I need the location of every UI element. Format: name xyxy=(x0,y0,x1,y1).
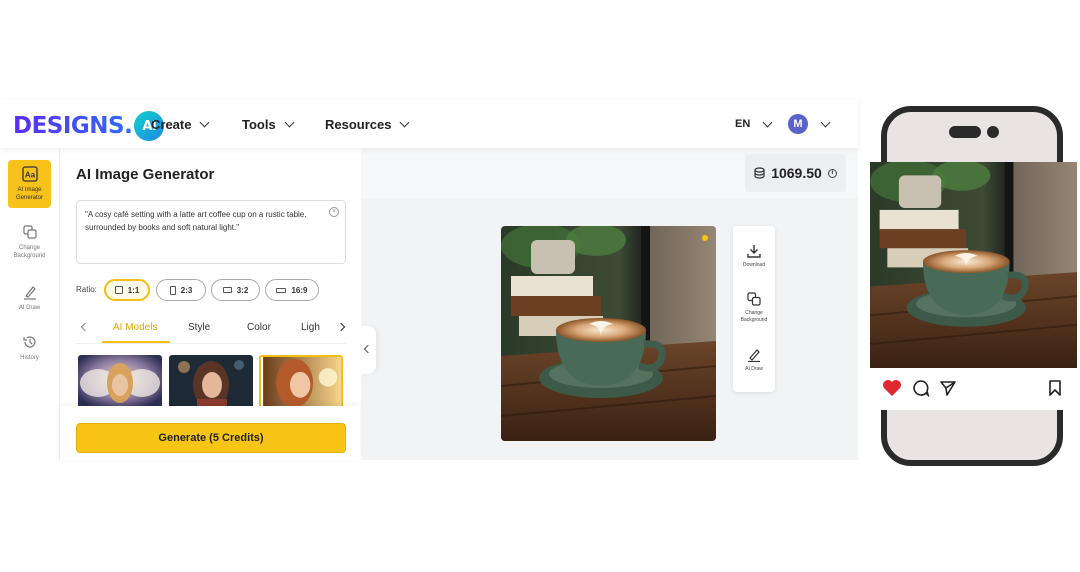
bookmark-icon[interactable] xyxy=(1048,379,1062,397)
woman-portrait-image xyxy=(169,355,253,409)
model-thumbnail-selected[interactable] xyxy=(259,355,343,409)
phone-camera xyxy=(987,126,999,138)
sidebar-item-label: Change Background xyxy=(13,245,46,259)
language-label: EN xyxy=(735,118,751,130)
svg-text:Aa: Aa xyxy=(24,171,35,180)
credits-value: 1069.50 xyxy=(771,165,822,181)
widescreen-icon xyxy=(276,287,287,293)
option-tabs: AI Models Style Color Ligh xyxy=(76,316,346,344)
tool-label: AI Draw xyxy=(745,366,763,372)
chevron-down-icon xyxy=(284,117,295,127)
nav-tools[interactable]: Tools xyxy=(242,100,295,148)
panel-title: AI Image Generator xyxy=(76,166,215,183)
avatar: M xyxy=(788,114,808,134)
info-icon[interactable]: i xyxy=(827,168,837,178)
portrait-icon xyxy=(169,285,176,295)
sidebar-item-label: AI Draw xyxy=(18,305,41,311)
generate-bar: Generate (5 Credits) xyxy=(60,406,360,460)
nav-resources-label: Resources xyxy=(325,116,392,132)
woman-sunlight-portrait-image xyxy=(263,357,341,407)
social-post-actions xyxy=(870,368,1077,410)
tab-underline xyxy=(102,341,170,343)
tool-label: Change Background xyxy=(740,310,768,323)
social-post-image xyxy=(870,162,1077,368)
sidebar-item-ai-draw[interactable]: AI Draw xyxy=(8,284,51,312)
designs-ai-logo[interactable]: DESIGNS. AI xyxy=(13,111,165,141)
credits-balance[interactable]: 1069.50 i xyxy=(745,154,846,192)
chevron-down-icon xyxy=(400,117,410,127)
ratio-label-text: 3:2 xyxy=(236,285,249,295)
prompt-text: "A cosy café setting with a latte art co… xyxy=(85,210,307,232)
ratio-1-1-button[interactable]: 1:1 xyxy=(104,279,150,301)
layers-icon xyxy=(22,225,37,239)
tool-label: Download xyxy=(742,262,766,268)
ratio-16-9-button[interactable]: 16:9 xyxy=(265,279,319,301)
coffee-cup-image xyxy=(501,226,716,441)
collapse-panel-button[interactable] xyxy=(360,326,376,374)
generator-panel: AI Image Generator "A cosy café setting … xyxy=(60,148,360,460)
generated-image[interactable] xyxy=(501,226,716,441)
sidebar-item-change-background[interactable]: Change Background xyxy=(8,224,51,260)
nav-create[interactable]: Create xyxy=(151,100,210,148)
generate-button[interactable]: Generate (5 Credits) xyxy=(76,423,346,453)
ratio-3-2-button[interactable]: 3:2 xyxy=(211,279,260,301)
share-icon[interactable] xyxy=(939,379,957,397)
download-icon xyxy=(747,245,761,258)
sidebar-item-label: History xyxy=(20,355,39,361)
phone-speaker xyxy=(949,126,981,138)
nav-tools-label: Tools xyxy=(242,116,276,132)
square-icon xyxy=(114,286,123,294)
download-button[interactable]: Download xyxy=(733,244,775,269)
layers-icon xyxy=(747,292,761,306)
nav-resources[interactable]: Resources xyxy=(325,100,410,148)
comment-icon[interactable] xyxy=(912,379,930,397)
sidebar-item-ai-image-generator[interactable]: Aa AI Image Generator xyxy=(8,160,51,208)
model-thumbnail[interactable] xyxy=(78,355,162,409)
landscape-icon xyxy=(222,287,232,293)
tool-sidebar: Aa AI Image Generator Change Background … xyxy=(0,148,60,460)
language-selector[interactable]: EN xyxy=(735,100,773,148)
image-canvas: 1069.50 i Download Change Background AI … xyxy=(361,148,858,460)
angel-portrait-image xyxy=(78,355,162,409)
nav-create-label: Create xyxy=(151,116,192,132)
top-navigation: DESIGNS. AI Create Tools Resources EN M xyxy=(0,100,858,148)
sidebar-item-history[interactable]: History xyxy=(8,334,51,362)
ratio-label-text: 2:3 xyxy=(180,285,193,295)
coins-icon xyxy=(754,167,765,179)
pen-icon xyxy=(23,286,36,300)
chevron-down-icon xyxy=(820,117,831,127)
chevron-down-icon xyxy=(762,117,773,127)
ratio-label: Ratio: xyxy=(76,285,97,294)
logo-text: DESIGNS. xyxy=(13,113,133,139)
clear-icon[interactable]: × xyxy=(329,207,339,217)
history-icon xyxy=(22,336,36,348)
ratio-label-text: 1:1 xyxy=(127,285,140,295)
change-background-button[interactable]: Change Background xyxy=(733,292,775,324)
heart-icon[interactable] xyxy=(882,379,902,397)
tab-style[interactable]: Style xyxy=(188,322,210,333)
chevron-down-icon xyxy=(200,117,210,127)
tab-ai-models[interactable]: AI Models xyxy=(113,322,157,333)
ai-draw-button[interactable]: AI Draw xyxy=(733,348,775,373)
ratio-label-text: 16:9 xyxy=(291,285,308,295)
image-tools-panel: Download Change Background AI Draw xyxy=(733,226,775,392)
chevron-right-icon[interactable] xyxy=(336,322,346,332)
coffee-cup-image xyxy=(870,162,1077,368)
chevron-left-icon xyxy=(363,344,373,354)
model-thumbnail[interactable] xyxy=(169,355,253,409)
pen-icon xyxy=(748,349,760,362)
account-menu[interactable]: M xyxy=(788,100,831,148)
tab-color[interactable]: Color xyxy=(247,322,271,333)
canvas-toolbar: 1069.50 i xyxy=(361,148,858,198)
ratio-2-3-button[interactable]: 2:3 xyxy=(156,279,206,301)
chevron-left-icon[interactable] xyxy=(80,322,90,332)
app-window: DESIGNS. AI Create Tools Resources EN M xyxy=(0,100,858,460)
prompt-input[interactable]: "A cosy café setting with a latte art co… xyxy=(76,200,346,264)
tab-lighting[interactable]: Ligh xyxy=(301,322,320,333)
sidebar-item-label: AI Image Generator xyxy=(15,187,43,201)
aa-icon: Aa xyxy=(21,166,38,182)
